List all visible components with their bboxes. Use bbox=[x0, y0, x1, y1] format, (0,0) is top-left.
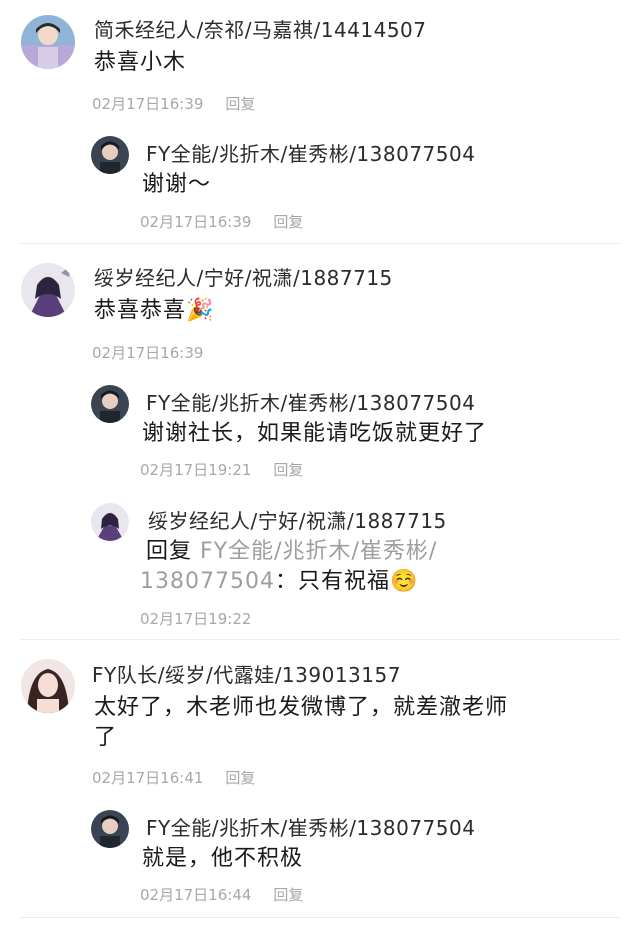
timestamp: 02月17日19:21 bbox=[140, 461, 252, 479]
reply-button[interactable]: 回复 bbox=[273, 886, 303, 904]
reply-button[interactable]: 回复 bbox=[225, 95, 255, 113]
avatar[interactable] bbox=[91, 385, 129, 423]
comment-text: 谢谢社长，如果能请吃饭就更好了 bbox=[142, 421, 488, 446]
timestamp: 02月17日16:39 bbox=[140, 213, 252, 231]
timestamp: 02月17日19:22 bbox=[140, 610, 252, 628]
divider bbox=[20, 639, 620, 640]
comment-author[interactable]: 绥岁经纪人/宁好/祝潇/1887715 bbox=[94, 262, 393, 291]
comment-author[interactable]: FY全能/兆折木/崔秀彬/138077504 bbox=[146, 387, 475, 416]
avatar[interactable] bbox=[91, 503, 129, 541]
reply-prefix: 回复 bbox=[146, 539, 193, 564]
avatar[interactable] bbox=[21, 263, 75, 317]
comment-text: 太好了，木老师也发微博了，就差澈老师 bbox=[94, 695, 509, 720]
comment-text: 138077504：只有祝福☺️ bbox=[140, 567, 580, 597]
avatar[interactable] bbox=[91, 136, 129, 174]
comment-meta: 02月17日16:39 回复 bbox=[92, 93, 255, 114]
reply-button[interactable]: 回复 bbox=[273, 461, 303, 479]
comment-text: 恭喜小木 bbox=[94, 50, 187, 75]
comment-author[interactable]: FY队长/绥岁/代露娃/139013157 bbox=[92, 659, 401, 688]
comment-text: 谢谢～ bbox=[142, 172, 212, 197]
timestamp: 02月17日16:44 bbox=[140, 886, 252, 904]
comment-meta: 02月17日16:39 回复 bbox=[140, 211, 303, 232]
comment-meta: 02月17日16:44 回复 bbox=[140, 884, 303, 905]
avatar[interactable] bbox=[21, 15, 75, 69]
comment-author[interactable]: FY全能/兆折木/崔秀彬/138077504 bbox=[146, 812, 475, 841]
smiling-face-icon: ☺️ bbox=[390, 569, 419, 594]
comment-text: 回复 FY全能/兆折木/崔秀彬/ bbox=[146, 537, 566, 567]
comment-text: 就是，他不积极 bbox=[142, 846, 304, 871]
comment-author[interactable]: FY全能/兆折木/崔秀彬/138077504 bbox=[146, 138, 475, 167]
avatar[interactable] bbox=[91, 810, 129, 848]
comment-text: 恭喜恭喜🎉 bbox=[94, 296, 214, 326]
quoted-author[interactable]: FY全能/兆折木/崔秀彬/ bbox=[200, 539, 437, 564]
avatar[interactable] bbox=[21, 659, 75, 713]
comment-meta: 02月17日16:39 bbox=[92, 342, 203, 363]
reply-button[interactable]: 回复 bbox=[225, 769, 255, 787]
quoted-author-id[interactable]: 138077504 bbox=[140, 569, 275, 594]
comment-author[interactable]: 简禾经纪人/奈祁/马嘉祺/14414507 bbox=[94, 14, 427, 43]
comment-text-body: ：只有祝福 bbox=[274, 569, 390, 594]
comment-author[interactable]: 绥岁经纪人/宁好/祝潇/1887715 bbox=[148, 505, 447, 534]
party-popper-icon: 🎉 bbox=[186, 298, 215, 323]
timestamp: 02月17日16:39 bbox=[92, 344, 204, 362]
reply-button[interactable]: 回复 bbox=[273, 213, 303, 231]
timestamp: 02月17日16:39 bbox=[92, 95, 204, 113]
timestamp: 02月17日16:41 bbox=[92, 769, 204, 787]
comment-meta: 02月17日16:41 回复 bbox=[92, 767, 255, 788]
divider bbox=[20, 243, 620, 244]
comment-meta: 02月17日19:22 bbox=[140, 608, 251, 629]
comment-meta: 02月17日19:21 回复 bbox=[140, 459, 303, 480]
comment-text: 了 bbox=[94, 725, 118, 750]
divider bbox=[20, 917, 620, 918]
comment-text-body: 恭喜恭喜 bbox=[94, 298, 187, 323]
